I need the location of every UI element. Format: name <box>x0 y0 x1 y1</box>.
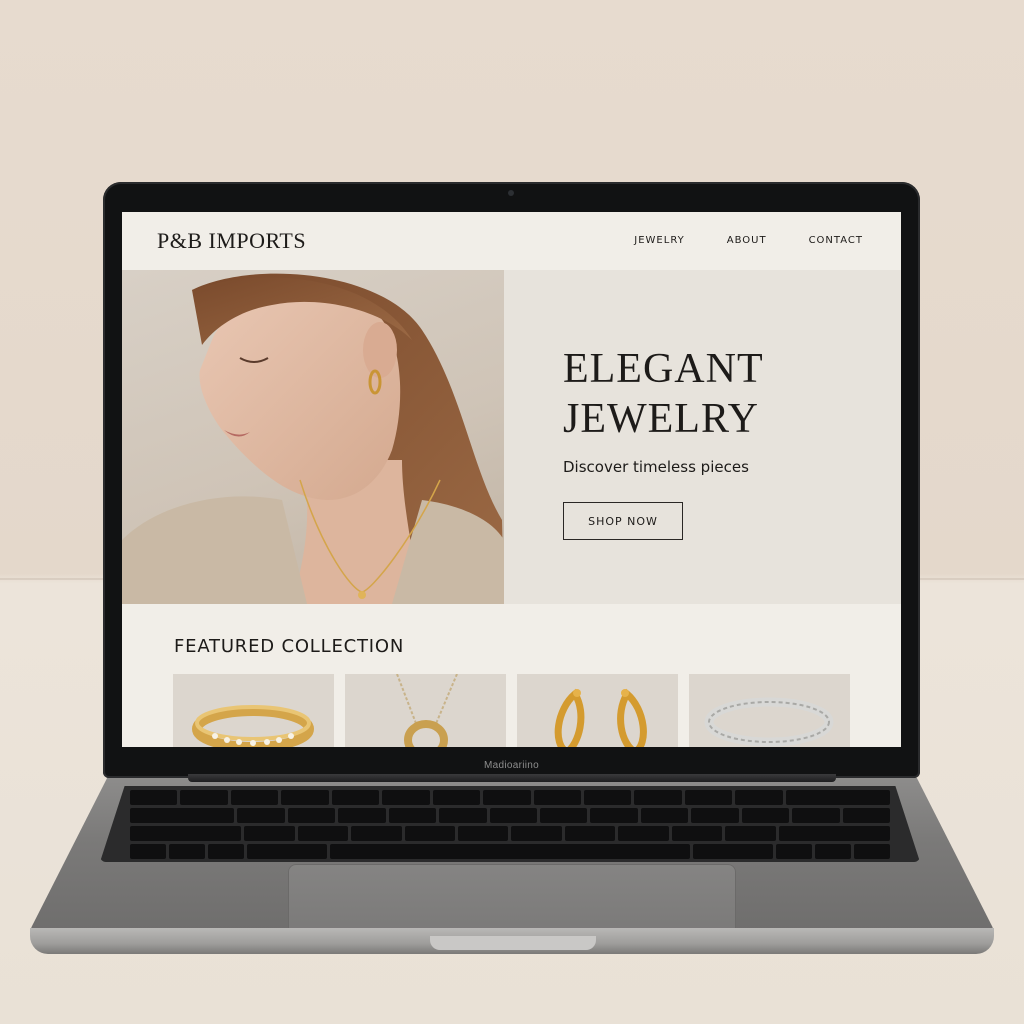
site-logo[interactable]: P&B IMPORTS <box>157 228 306 254</box>
main-nav: JEWELRY ABOUT CONTACT <box>634 235 863 246</box>
model-photo <box>122 270 504 604</box>
product-card-ring[interactable] <box>173 674 334 747</box>
shop-now-button[interactable]: SHOP NOW <box>563 502 683 540</box>
webcam-icon <box>508 190 514 196</box>
hero-section: ELEGANT JEWELRY Discover timeless pieces… <box>122 270 901 604</box>
hero-text: ELEGANT JEWELRY Discover timeless pieces <box>563 344 863 476</box>
featured-section: FEATURED COLLECTION <box>122 604 901 747</box>
laptop-keyboard[interactable] <box>100 786 920 862</box>
nav-link-contact[interactable]: CONTACT <box>809 235 863 246</box>
nav-link-about[interactable]: ABOUT <box>727 235 767 246</box>
browser-screen: P&B IMPORTS JEWELRY ABOUT CONTACT ELEGAN… <box>122 212 901 747</box>
product-grid <box>173 674 850 747</box>
hero-title: ELEGANT JEWELRY <box>563 346 764 442</box>
nav-link-jewelry[interactable]: JEWELRY <box>634 235 684 246</box>
laptop-brand-label: Madioariino <box>484 760 539 771</box>
laptop-hinge <box>188 774 836 782</box>
laptop-lid: P&B IMPORTS JEWELRY ABOUT CONTACT ELEGAN… <box>103 182 920 778</box>
hero-subtitle: Discover timeless pieces <box>563 458 749 476</box>
gold-earrings-icon <box>554 688 647 747</box>
site-header: P&B IMPORTS JEWELRY ABOUT CONTACT <box>122 212 901 270</box>
model-portrait-image <box>122 273 504 604</box>
laptop-trackpad[interactable] <box>288 864 736 938</box>
product-card-necklace[interactable] <box>345 674 506 747</box>
featured-title: FEATURED COLLECTION <box>174 636 405 657</box>
gold-necklace-icon <box>396 674 458 747</box>
product-card-bracelet[interactable] <box>689 674 850 747</box>
silver-bracelet-icon <box>704 697 834 747</box>
laptop-lid-notch <box>430 936 596 950</box>
product-card-earrings[interactable] <box>517 674 678 747</box>
gold-ring-icon <box>192 705 314 747</box>
